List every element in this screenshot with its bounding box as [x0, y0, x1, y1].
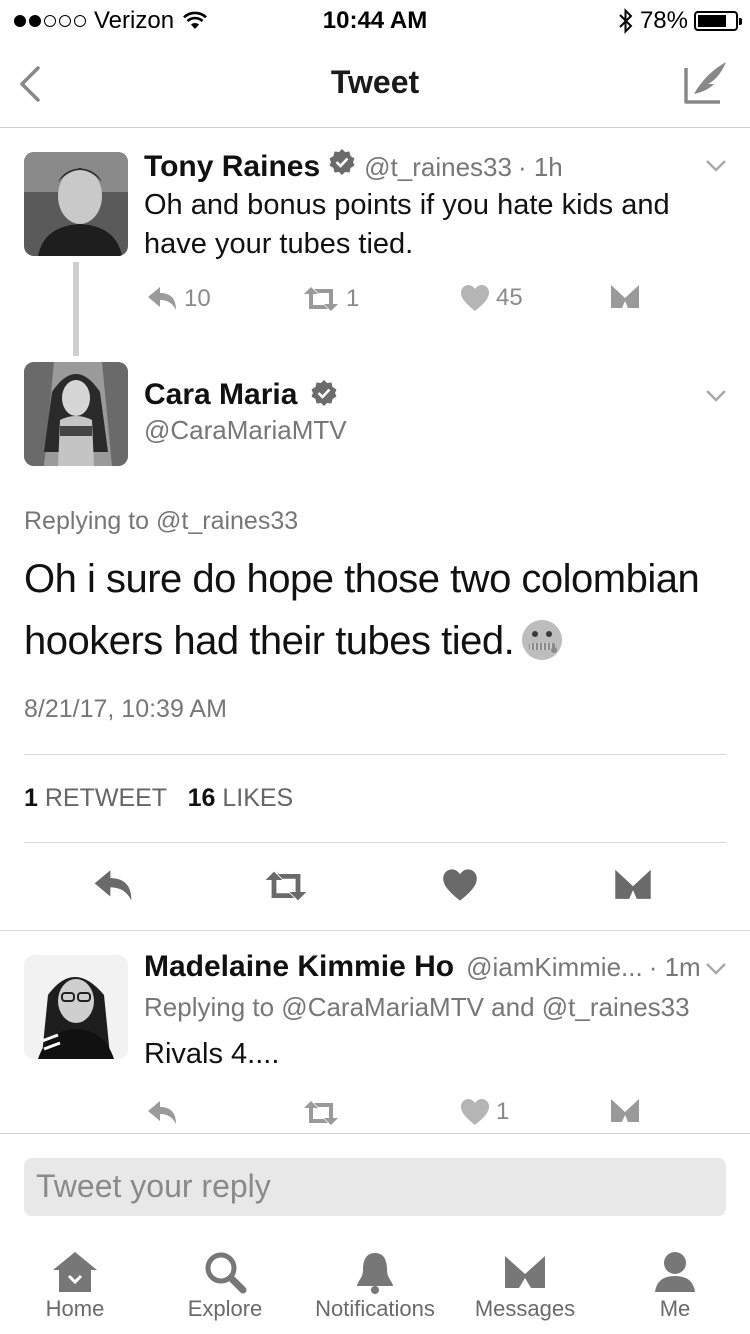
author-name[interactable]: Madelaine Kimmie Ho [144, 950, 454, 984]
chevron-down-icon[interactable] [704, 961, 728, 977]
status-bar: Verizon 10:44 AM 78% [0, 0, 750, 40]
retweets-stat[interactable]: 1 RETWEET [24, 784, 167, 812]
page-title: Tweet [330, 64, 420, 100]
tab-notifications[interactable]: Notifications [300, 1240, 450, 1322]
tweet-header: Cara Maria [144, 378, 346, 412]
tweet-text: Oh and bonus points if you hate kids and… [144, 189, 670, 260]
bluetooth-icon [619, 8, 633, 34]
author-name[interactable]: Tony Raines [144, 150, 320, 184]
like-button[interactable] [442, 868, 478, 907]
tweet-age: · 1m [648, 952, 701, 982]
tweet-text-content: Oh i sure do hope those two colombian ho… [24, 557, 700, 663]
nav-bar: Tweet [0, 40, 750, 128]
reply-icon [148, 1101, 176, 1124]
retweet-icon [304, 287, 338, 311]
divider [24, 754, 726, 755]
like-stat-label: LIKES [222, 784, 294, 812]
heart-icon [461, 1099, 489, 1125]
battery-percent: 78% [639, 7, 688, 34]
battery-info: 78% [618, 7, 742, 35]
tab-messages[interactable]: Messages [450, 1240, 600, 1322]
composer-divider [0, 1133, 750, 1134]
envelope-icon [505, 1256, 545, 1288]
like-button[interactable]: 1 [460, 1098, 509, 1126]
thread-connector [73, 262, 79, 356]
verified-badge-icon [329, 149, 355, 175]
tab-label: Me [659, 1296, 691, 1321]
author-handle[interactable]: @CaraMariaMTV [144, 415, 347, 446]
envelope-icon [611, 285, 639, 308]
tweet-text: Rivals 4.... [144, 1038, 280, 1070]
tweet-age: · 1h [517, 152, 563, 182]
avatar[interactable] [24, 362, 128, 466]
chevron-down-icon[interactable] [704, 158, 728, 174]
replying-to[interactable]: Replying to @CaraMariaMTV and @t_raines3… [144, 992, 690, 1023]
share-button[interactable] [610, 284, 640, 310]
like-button[interactable]: 45 [460, 284, 523, 312]
person-icon [655, 1252, 695, 1292]
divider [0, 930, 750, 931]
bell-icon [357, 1253, 393, 1294]
author-handle[interactable]: @t_raines33 [364, 152, 512, 183]
heart-icon [461, 285, 489, 311]
reply-button[interactable]: 10 [146, 284, 211, 314]
reply-input[interactable]: Tweet your reply [24, 1158, 726, 1216]
replying-to[interactable]: Replying to @t_raines33 [24, 507, 298, 536]
retweet-button[interactable] [262, 868, 310, 909]
home-icon [53, 1252, 97, 1292]
tab-label: Messages [474, 1296, 576, 1321]
battery-icon [694, 11, 742, 31]
avatar[interactable] [24, 955, 128, 1059]
reply-icon [94, 870, 132, 901]
reply-count: 10 [184, 285, 211, 312]
tweet-header: Tony Raines @t_raines33 · 1h [144, 148, 563, 184]
tab-home[interactable]: Home [0, 1240, 150, 1322]
retweet-total: 1 [24, 784, 38, 812]
avatar[interactable] [24, 152, 128, 256]
compose-tweet-icon[interactable] [682, 58, 730, 106]
heart-icon [443, 869, 477, 901]
search-icon [205, 1252, 247, 1294]
share-button[interactable] [614, 868, 652, 907]
divider [24, 842, 726, 843]
reply-button[interactable] [92, 866, 134, 911]
tweet-text: Oh i sure do hope those two colombian ho… [24, 548, 734, 672]
like-count: 1 [496, 1098, 510, 1125]
retweet-stat-label: RETWEET [44, 784, 167, 812]
tab-me[interactable]: Me [600, 1240, 750, 1322]
like-total: 16 [187, 784, 216, 812]
zipper-mouth-emoji-icon [522, 620, 563, 660]
tweet-timestamp: 8/21/17, 10:39 AM [24, 695, 227, 723]
author-name[interactable]: Cara Maria [144, 378, 297, 411]
tab-label: Notifications [315, 1296, 435, 1321]
tab-bar: Home Explore Notifications Messages Me [0, 1240, 750, 1334]
reply-button[interactable] [146, 1098, 178, 1128]
retweet-button[interactable] [302, 1098, 340, 1128]
tab-label: Home [45, 1296, 105, 1321]
likes-stat[interactable]: 16 LIKES [188, 784, 294, 812]
reply-icon [148, 287, 176, 310]
retweet-count: 1 [346, 285, 360, 312]
main-tweet-actions [0, 860, 750, 912]
envelope-icon [615, 869, 651, 899]
author-handle[interactable]: @iamKimmie... [466, 952, 643, 983]
verified-badge-icon [311, 380, 337, 406]
retweet-icon [304, 1101, 338, 1125]
engagement-stats: 1 RETWEET 16 LIKES [24, 784, 293, 813]
retweet-button[interactable]: 1 [302, 284, 359, 314]
tab-explore[interactable]: Explore [150, 1240, 300, 1322]
retweet-icon [265, 871, 307, 901]
tweet-header: Madelaine Kimmie Ho @iamKimmie... · 1m [144, 950, 701, 984]
tab-label: Explore [187, 1296, 263, 1321]
like-count: 45 [496, 284, 523, 311]
share-button[interactable] [610, 1098, 640, 1124]
chevron-down-icon[interactable] [704, 388, 728, 404]
envelope-icon [611, 1099, 639, 1122]
